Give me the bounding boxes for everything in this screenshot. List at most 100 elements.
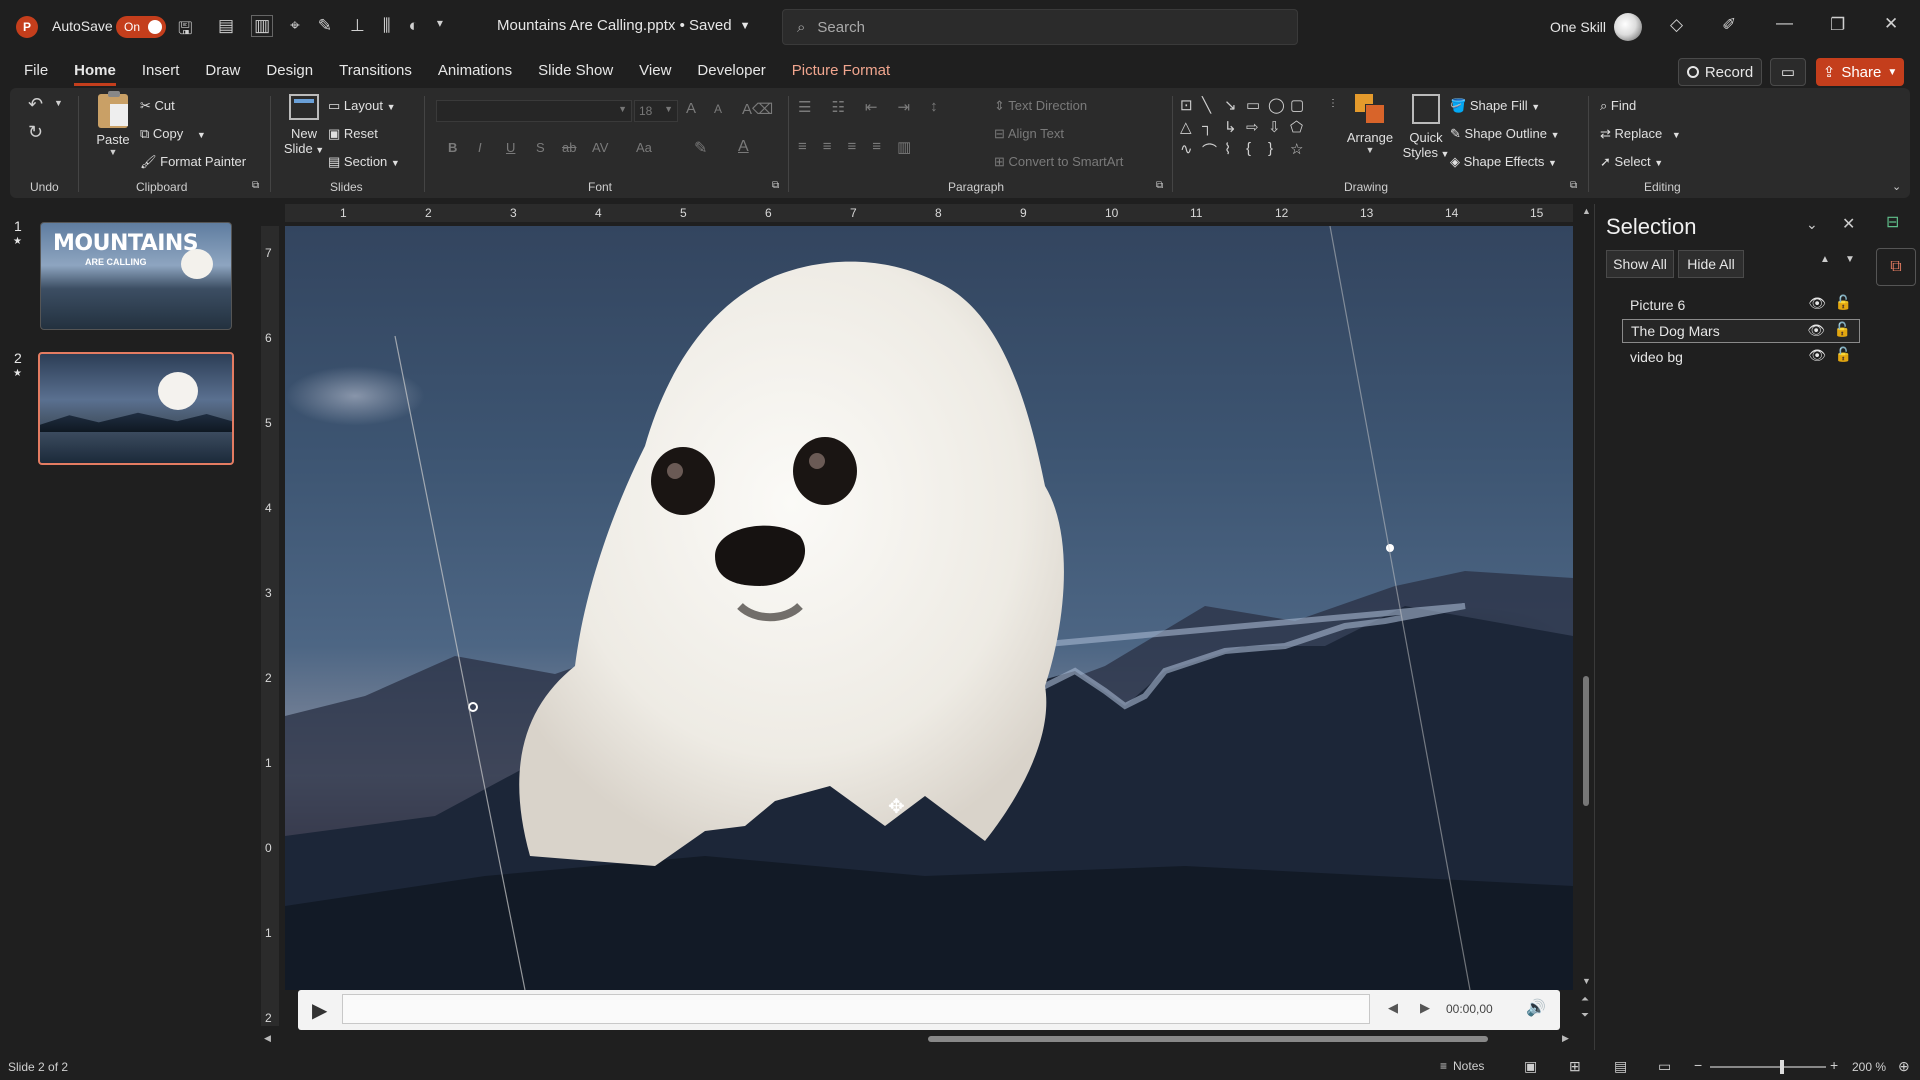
columns-icon[interactable]: ▥ — [897, 138, 911, 156]
oval-shape-icon[interactable]: ◯ — [1268, 96, 1290, 118]
tab-insert[interactable]: Insert — [142, 62, 180, 86]
replace-button[interactable]: ⇄ Replace ▼ — [1600, 126, 1681, 142]
underline-button[interactable]: U — [506, 140, 515, 155]
next-slide-icon[interactable]: ⏷ — [1581, 1010, 1589, 1021]
unlock-icon[interactable]: 🔓 — [1835, 294, 1852, 311]
arc-shape-icon[interactable]: ⌒ — [1202, 140, 1224, 162]
undo-icon[interactable]: ↶ — [28, 94, 43, 115]
send-backward-icon[interactable]: ▼ — [1845, 254, 1855, 265]
reading-view-icon[interactable]: ▤ — [1614, 1058, 1627, 1075]
previous-slide-icon[interactable]: ⏶ — [1581, 994, 1589, 1005]
textbox-shape-icon[interactable]: ⊡ — [1180, 96, 1202, 118]
normal-view-icon[interactable]: ▤ — [218, 16, 234, 36]
font-size-select[interactable]: 18 ▼ — [634, 100, 678, 122]
from-beginning-icon[interactable]: ⌖ — [290, 16, 300, 36]
draw-pen-icon[interactable]: ✎ — [318, 16, 332, 36]
highlight-color-icon[interactable]: ✎ — [694, 138, 707, 158]
slide-thumbnail-1[interactable]: MOUNTAINS ARE CALLING — [40, 222, 232, 330]
show-all-button[interactable]: Show All — [1606, 250, 1674, 278]
minimize-icon[interactable]: — — [1776, 13, 1793, 33]
rectangle-shape-icon[interactable]: ▭ — [1246, 96, 1268, 118]
convert-smartart-button[interactable]: ⊞ Convert to SmartArt — [994, 154, 1123, 170]
record-button[interactable]: Record — [1678, 58, 1762, 86]
numbering-icon[interactable]: ☷ — [831, 98, 844, 116]
selection-pane-toggle-icon[interactable]: ⧉ — [1876, 248, 1916, 286]
clear-formatting-icon[interactable]: A⌫ — [742, 100, 773, 118]
rounded-rect-shape-icon[interactable]: ▢ — [1290, 96, 1312, 118]
select-button[interactable]: ➚ Select ▼ — [1600, 154, 1663, 170]
fit-to-window-icon[interactable]: ⊕ — [1898, 1058, 1910, 1075]
dialog-launcher-icon[interactable]: ⧉ — [1570, 180, 1577, 191]
tab-picture-format[interactable]: Picture Format — [792, 62, 890, 86]
distribute-icon[interactable]: ⫼ — [383, 16, 391, 36]
align-text-button[interactable]: ⊟ Align Text — [994, 126, 1064, 142]
triangle-shape-icon[interactable]: △ — [1180, 118, 1202, 140]
normal-view-icon[interactable]: ▣ — [1524, 1058, 1537, 1075]
vertical-scrollbar[interactable]: ▲ ▼ ⏶ ⏷ — [1580, 206, 1594, 1026]
shrink-font-icon[interactable]: A — [714, 102, 722, 116]
font-color-icon[interactable]: A — [738, 138, 749, 156]
line-shape-icon[interactable]: ╲ — [1202, 96, 1224, 118]
selection-item-active[interactable]: The Dog Mars 👁 🔓 — [1622, 319, 1860, 343]
play-icon[interactable]: ▶ — [312, 998, 327, 1023]
layout-button[interactable]: ▭ Layout ▼ — [328, 98, 396, 114]
scroll-left-icon[interactable]: ◀ — [264, 1033, 271, 1044]
dialog-launcher-icon[interactable]: ⧉ — [1156, 180, 1163, 191]
find-button[interactable]: ⌕ Find — [1600, 98, 1636, 114]
collapse-ribbon-icon[interactable]: ⌄ — [1892, 180, 1901, 193]
autosave-toggle[interactable]: On — [116, 16, 166, 38]
paste-button[interactable]: Paste ▼ — [90, 91, 136, 164]
eye-icon[interactable]: 👁 — [1807, 322, 1825, 339]
tab-developer[interactable]: Developer — [697, 62, 765, 86]
shadow-button[interactable]: S — [536, 140, 545, 155]
callout-shape-icon[interactable]: ⬠ — [1290, 118, 1312, 140]
right-brace-shape-icon[interactable]: } — [1268, 140, 1290, 162]
media-progress-bar[interactable] — [342, 994, 1370, 1024]
dialog-launcher-icon[interactable]: ⧉ — [772, 180, 779, 191]
scroll-down-icon[interactable]: ▼ — [1582, 976, 1591, 986]
section-button[interactable]: ▤ Section ▼ — [328, 154, 400, 170]
arrow-line-shape-icon[interactable]: ↘ — [1224, 96, 1246, 118]
notes-button[interactable]: ≡ Notes — [1440, 1059, 1484, 1073]
bold-button[interactable]: B — [448, 140, 457, 155]
elbow-shape-icon[interactable]: ┐ — [1202, 118, 1224, 140]
copy-button[interactable]: ⧉ Copy ▼ — [140, 126, 206, 142]
diamond-icon[interactable]: ◇ — [1670, 15, 1683, 35]
share-button[interactable]: ⇪ Share ▼ — [1816, 58, 1904, 86]
selection-item[interactable]: video bg 👁 🔓 — [1622, 345, 1860, 369]
tab-design[interactable]: Design — [266, 62, 313, 86]
connector-shape-icon[interactable]: ↳ — [1224, 118, 1246, 140]
pen-icon[interactable]: ✐ — [1722, 15, 1736, 35]
step-back-icon[interactable]: ◀ — [1388, 1000, 1398, 1016]
curve-shape-icon[interactable]: ∿ — [1180, 140, 1202, 162]
align-left-icon[interactable]: ≡ — [798, 138, 807, 156]
document-title[interactable]: Mountains Are Calling.pptx • Saved ▼ — [497, 17, 750, 34]
horizontal-scrollbar[interactable]: ◀ ▶ — [262, 1032, 1576, 1046]
slide-sorter-icon[interactable]: ⊞ — [1569, 1058, 1581, 1075]
scroll-up-icon[interactable]: ▲ — [1582, 206, 1591, 216]
comments-button[interactable]: ▭ — [1770, 58, 1806, 86]
zoom-in-icon[interactable]: + — [1830, 1057, 1838, 1073]
pane-options-chevron-icon[interactable]: ⌄ — [1806, 216, 1818, 233]
tab-view[interactable]: View — [639, 62, 671, 86]
search-box[interactable]: ⌕ Search — [782, 9, 1298, 45]
format-painter-button[interactable]: 🖌 Format Painter — [140, 154, 246, 170]
strikethrough-button[interactable]: ab — [562, 140, 576, 155]
align-right-icon[interactable]: ≡ — [848, 138, 857, 156]
char-spacing-button[interactable]: AV — [592, 140, 608, 155]
grow-font-icon[interactable]: A — [686, 100, 696, 117]
slide-thumbnail-2[interactable] — [38, 352, 234, 465]
tab-transitions[interactable]: Transitions — [339, 62, 412, 86]
line-spacing-icon[interactable]: ↕ — [930, 98, 938, 116]
dialog-launcher-icon[interactable]: ⧉ — [252, 180, 259, 191]
tab-file[interactable]: File — [24, 62, 48, 86]
bullets-icon[interactable]: ☰ — [798, 98, 811, 116]
bring-forward-icon[interactable]: ▲ — [1820, 254, 1830, 265]
undo-dropdown-icon[interactable]: ▼ — [54, 98, 63, 108]
slideshow-icon[interactable]: ▭ — [1658, 1058, 1671, 1075]
redo-icon[interactable]: ↻ — [28, 122, 43, 143]
eye-icon[interactable]: 👁 — [1808, 295, 1826, 312]
justify-icon[interactable]: ≡ — [872, 138, 881, 156]
designer-icon[interactable]: ⊟ — [1886, 212, 1899, 232]
text-direction-button[interactable]: ⇕ Text Direction — [994, 98, 1087, 114]
